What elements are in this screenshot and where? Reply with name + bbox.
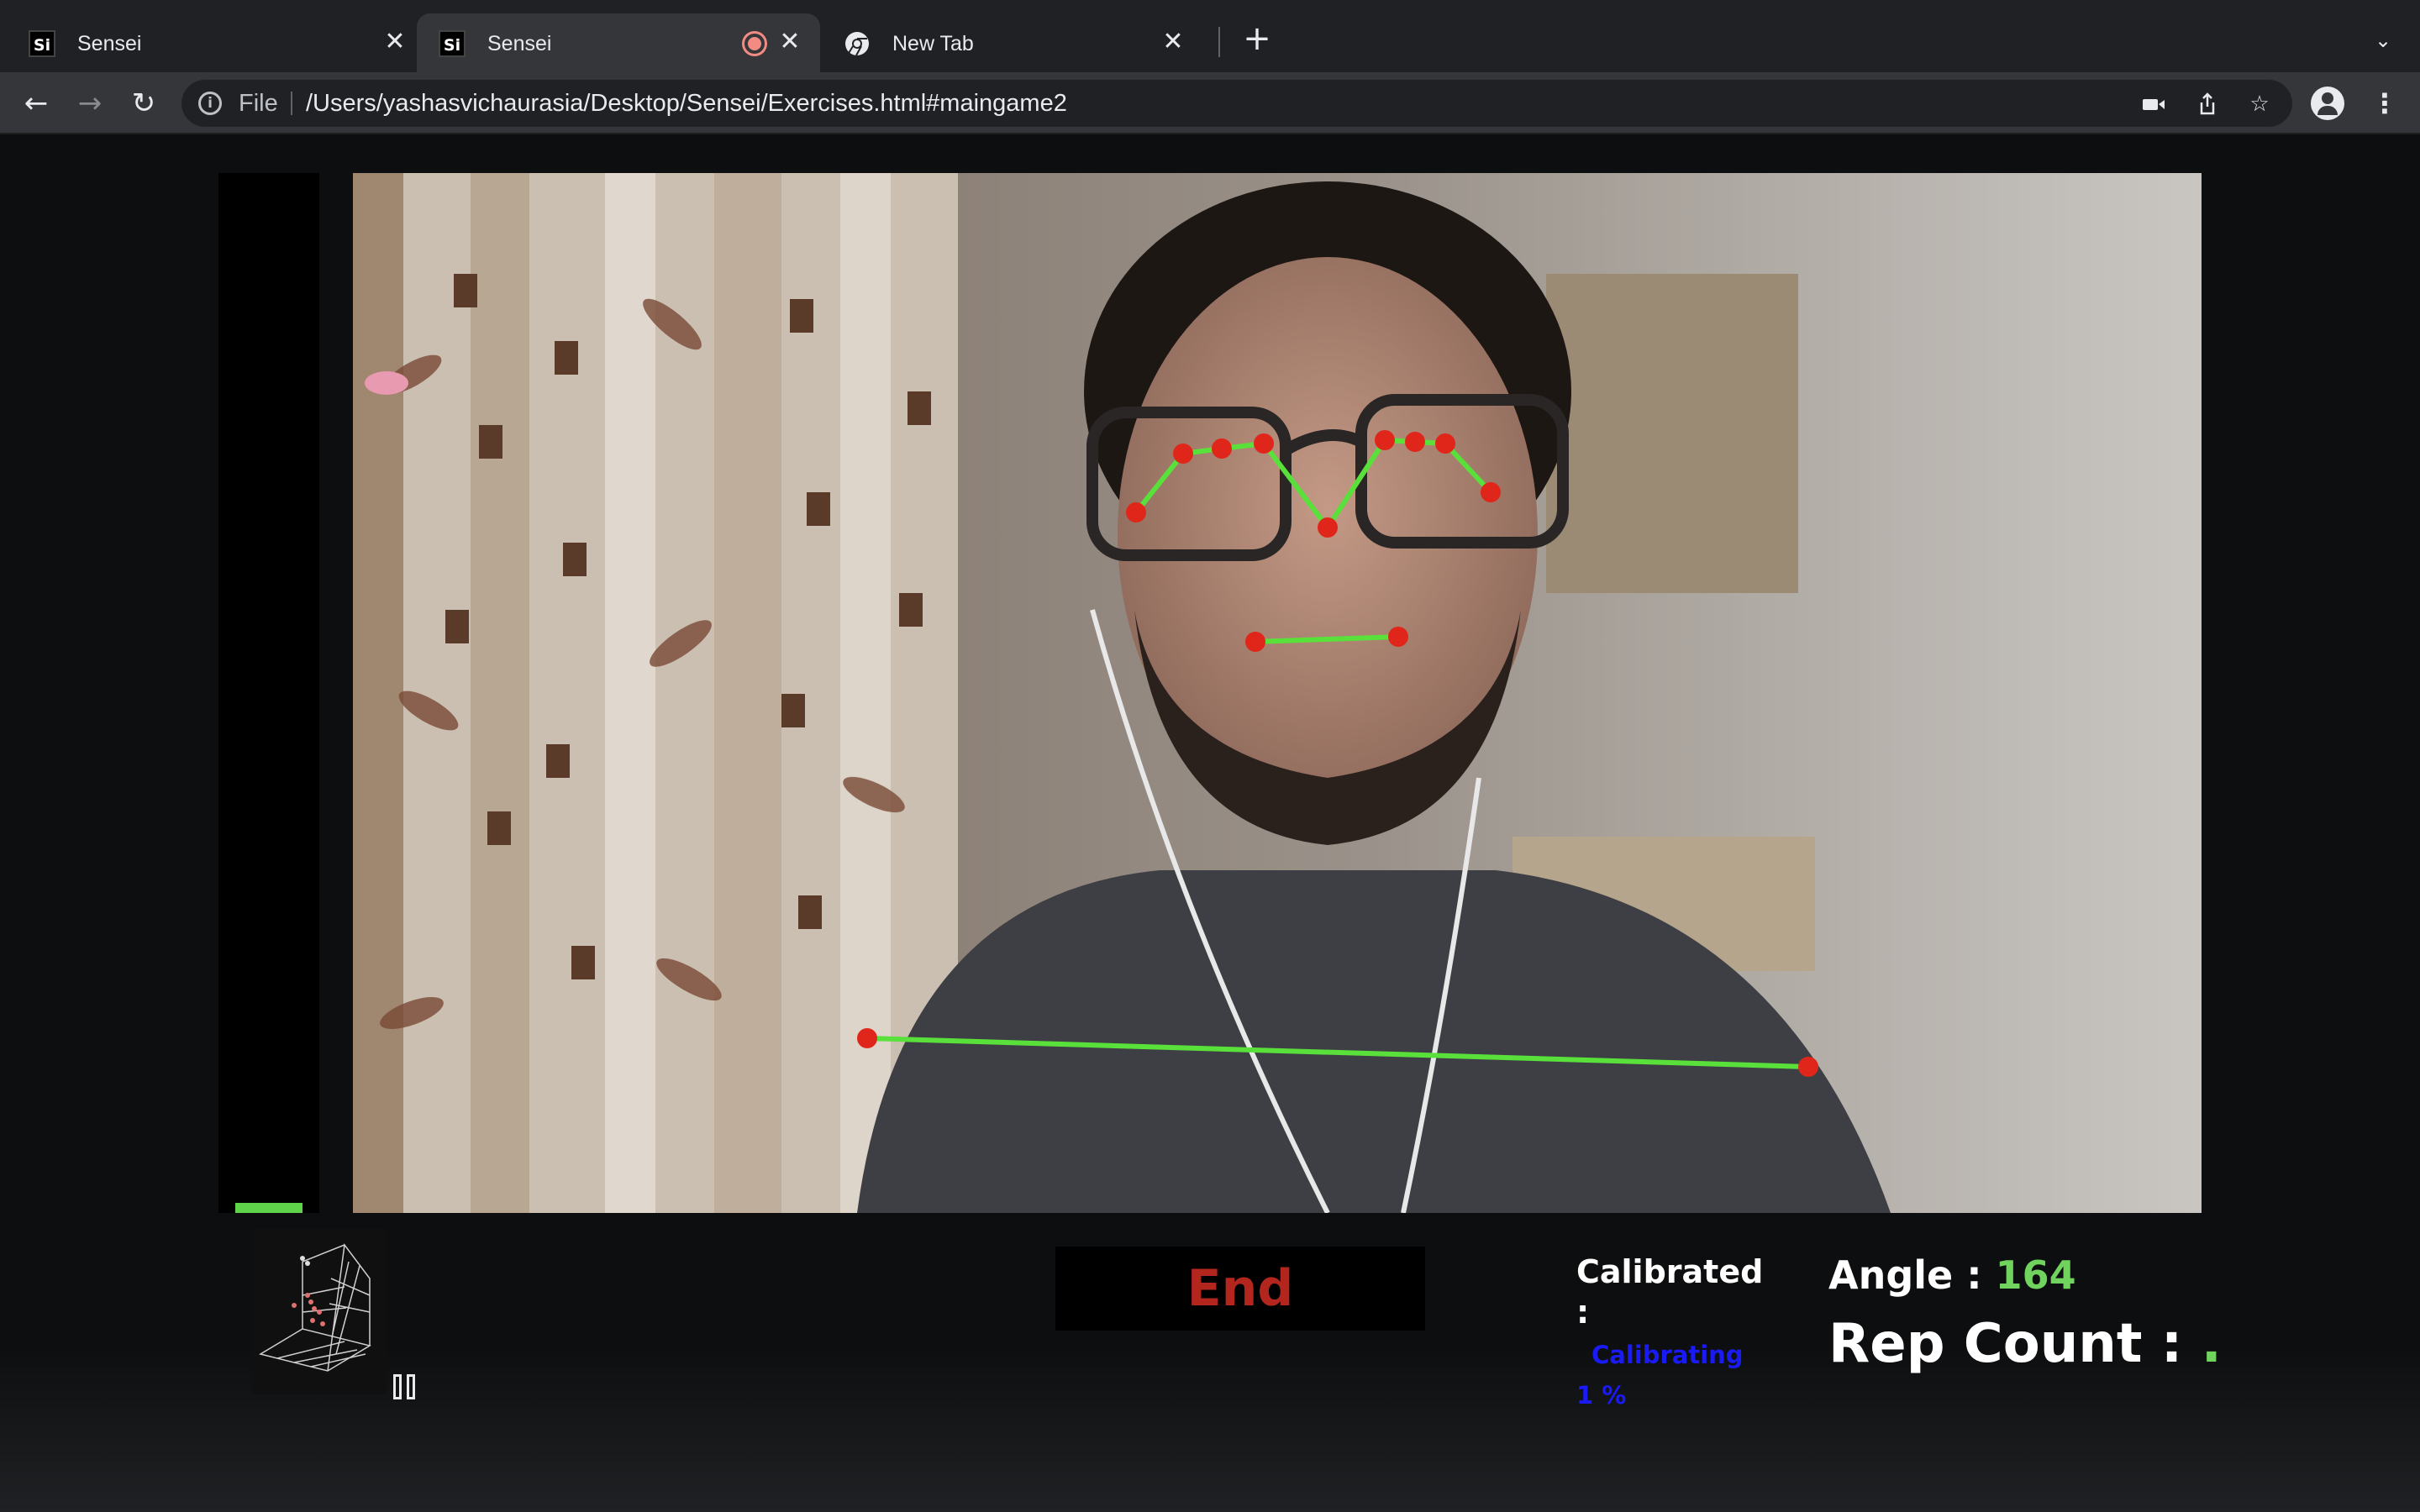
pose-keypoint: [1254, 433, 1274, 454]
angle-value: 164: [1995, 1252, 2076, 1298]
more-options-icon[interactable]: ⋮: [2371, 86, 2398, 121]
webcam-video-feed: [353, 173, 2202, 1213]
url-text[interactable]: /Users/yashasvichaurasia/Desktop/Sensei/…: [306, 88, 1067, 118]
pose-3d-plot: [252, 1228, 387, 1394]
rep-count-label: Rep Count :: [1828, 1313, 2202, 1375]
tab-title: Sensei: [487, 32, 552, 55]
cupboard-background: [1546, 274, 1798, 593]
pose-keypoint: [1318, 517, 1338, 538]
angle-readout: Angle : 164: [1828, 1252, 2076, 1299]
pose-keypoint: [1405, 432, 1425, 452]
curtain-background: [353, 173, 958, 1213]
back-arrow-icon[interactable]: ←: [18, 86, 54, 121]
camera-icon[interactable]: [2141, 92, 2166, 117]
recording-indicator-icon: [744, 34, 765, 54]
pose-keypoint: [1173, 444, 1193, 464]
end-button[interactable]: End: [1055, 1247, 1425, 1331]
pose-keypoint: [1388, 627, 1408, 647]
site-info-icon[interactable]: i: [198, 92, 222, 115]
calibrated-label: Calibrated :: [1576, 1253, 1764, 1331]
pose-keypoint: [857, 1028, 877, 1048]
tab-title: Sensei: [77, 32, 142, 55]
pose-keypoint: [1435, 433, 1455, 454]
chrome-icon: [844, 30, 871, 57]
pose-keypoint: [1245, 632, 1265, 652]
pose-keypoint: [1212, 438, 1232, 459]
browser-toolbar: ← → ↻ i File /Users/yashasvichaurasia/De…: [0, 72, 2420, 134]
tab-sensei-2[interactable]: Si Sensei ✕: [417, 13, 820, 72]
pose-keypoint: [1798, 1057, 1818, 1077]
tab-search-chevron-icon[interactable]: ⌄: [2368, 25, 2398, 55]
close-tab-icon[interactable]: ✕: [775, 27, 805, 57]
address-bar[interactable]: i File /Users/yashasvichaurasia/Desktop/…: [182, 80, 2292, 127]
forward-arrow-icon[interactable]: →: [72, 86, 108, 121]
share-icon[interactable]: [2195, 92, 2220, 117]
sensei-favicon-icon: Si: [439, 30, 466, 57]
reload-icon[interactable]: ↻: [126, 86, 161, 121]
progress-bar-vertical: [218, 173, 319, 1213]
tab-separator: [1218, 27, 1220, 57]
calibration-percent: 1 %: [1576, 1381, 1627, 1410]
rep-count-readout: Rep Count : .: [1828, 1310, 2222, 1378]
sensei-favicon-icon: Si: [29, 30, 55, 57]
progress-level-indicator: [235, 1203, 302, 1213]
bookmark-star-icon[interactable]: ☆: [2247, 92, 2272, 117]
profile-avatar-icon[interactable]: [2311, 87, 2344, 120]
pose-keypoint: [1481, 482, 1501, 502]
pause-icon[interactable]: [393, 1374, 420, 1399]
rep-count-value: .: [2201, 1313, 2222, 1375]
tab-strip: Si Sensei ✕ Si Sensei ✕ New Tab ✕ + ⌄: [0, 0, 2420, 72]
new-tab-plus-icon[interactable]: +: [1240, 22, 1274, 55]
url-scheme-label: File: [239, 90, 278, 117]
tab-sensei-1[interactable]: Si Sensei ✕: [7, 13, 418, 72]
pose-keypoint: [1375, 430, 1395, 450]
page-content: End Calibrated : Calibrating 1 % Angle :…: [0, 134, 2420, 1512]
calibration-status: Calibrating: [1591, 1341, 1744, 1369]
omnibox-divider: [291, 92, 292, 115]
close-tab-icon[interactable]: ✕: [380, 27, 410, 57]
pose-keypoint: [1126, 502, 1146, 522]
angle-label: Angle :: [1828, 1252, 1996, 1298]
close-tab-icon[interactable]: ✕: [1158, 27, 1188, 57]
tab-new-tab[interactable]: New Tab ✕: [822, 13, 1217, 72]
tab-title: New Tab: [892, 32, 974, 55]
